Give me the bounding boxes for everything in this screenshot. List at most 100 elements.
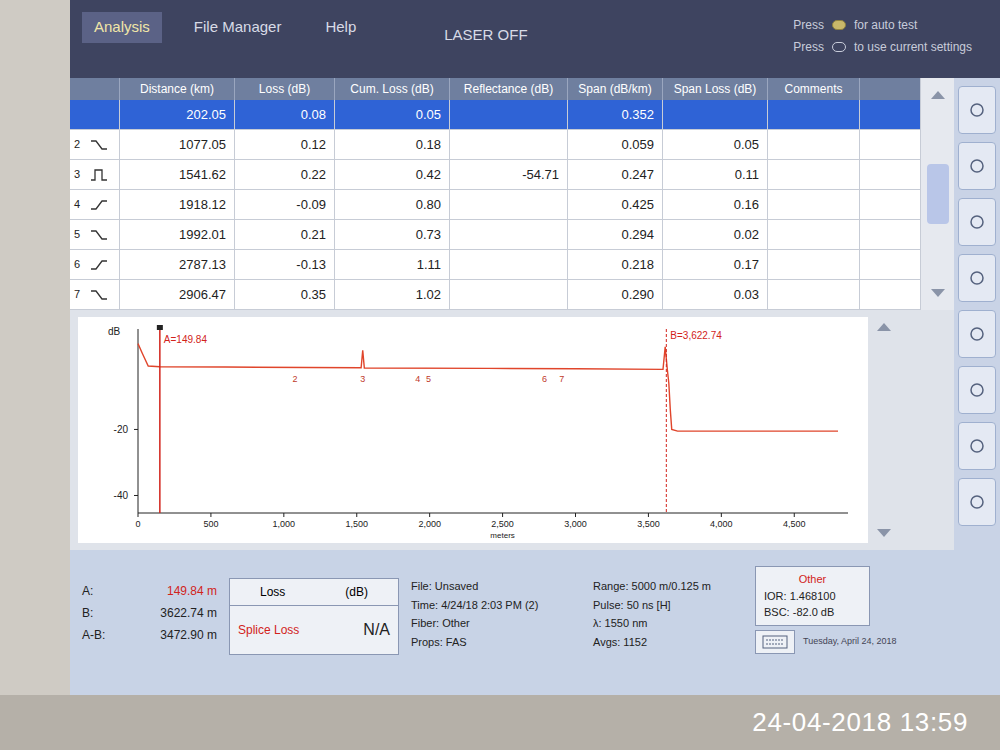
event-icon (90, 107, 106, 123)
event-table: Distance (km)Loss (dB)Cum. Loss (dB)Refl… (70, 78, 920, 310)
otdr-trace-chart[interactable]: dB-20-4005001,0001,5002,0002,5003,0003,5… (78, 317, 868, 543)
table-row[interactable]: 31541.620.220.42-54.710.2470.11 (70, 160, 920, 190)
cursor-b[interactable] (666, 329, 667, 513)
svg-text:1,500: 1,500 (345, 519, 368, 529)
table-cell (768, 250, 860, 279)
table-row[interactable]: 21077.050.120.180.0590.05 (70, 130, 920, 160)
cursor-a-label: A=149.84 (164, 334, 208, 345)
measurement: A:149.84 m (82, 582, 217, 600)
chart-scroll-down-icon[interactable] (876, 528, 892, 538)
svg-text:500: 500 (203, 519, 218, 529)
table-cell: 0.352 (568, 100, 663, 129)
key-icon (832, 42, 846, 52)
table-cell: 0.218 (568, 250, 663, 279)
table-cell: 0.425 (568, 190, 663, 219)
key-icon (832, 20, 846, 30)
toolbar-button[interactable] (958, 366, 996, 414)
column-header[interactable]: Cum. Loss (dB) (335, 78, 450, 100)
table-cell: 0.05 (663, 130, 768, 159)
table-row[interactable]: 72906.470.351.020.2900.03 (70, 280, 920, 310)
column-header[interactable]: Distance (km) (120, 78, 235, 100)
svg-text:2,500: 2,500 (491, 519, 514, 529)
svg-text:3,000: 3,000 (564, 519, 587, 529)
tool-icon (968, 325, 986, 343)
y-tick: -20 (114, 424, 138, 435)
tool-icon (968, 157, 986, 175)
column-header[interactable]: Comments (768, 78, 860, 100)
event-marker[interactable]: 7 (559, 374, 564, 384)
column-header[interactable]: Reflectance (dB) (450, 78, 568, 100)
table-row[interactable]: 41918.12-0.090.800.4250.16 (70, 190, 920, 220)
cursor-a[interactable] (159, 329, 161, 513)
toolbar-button[interactable] (958, 310, 996, 358)
table-cell (768, 130, 860, 159)
scroll-down-icon[interactable] (930, 288, 946, 298)
x-tick: 0 (135, 513, 140, 529)
keyboard-button[interactable] (755, 630, 795, 654)
table-cell: 0.294 (568, 220, 663, 249)
toolbar-button[interactable] (958, 142, 996, 190)
table-cell: 0.42 (335, 160, 450, 189)
event-gain-icon (90, 197, 108, 213)
scroll-thumb[interactable] (927, 164, 949, 224)
scroll-up-icon[interactable] (930, 90, 946, 100)
table-cell: 0.18 (335, 130, 450, 159)
toolbar-button[interactable] (958, 254, 996, 302)
menu-tab[interactable]: File Manager (182, 12, 294, 43)
status-date: Tuesday, April 24, 2018 (803, 635, 897, 649)
setup-info: Range: 5000 m/0.125 mPulse: 50 ns [H]λ: … (593, 578, 743, 650)
header-bar: AnalysisFile ManagerHelpLASER OFFPressfo… (70, 0, 1000, 78)
chart-panel: dB-20-4005001,0001,5002,0002,5003,0003,5… (70, 310, 954, 550)
svg-text:4,000: 4,000 (710, 519, 733, 529)
table-cell: 2787.13 (120, 250, 235, 279)
chart-scroll-up-icon[interactable] (876, 322, 892, 332)
event-marker[interactable]: 6 (542, 374, 547, 384)
photo-timestamp: 24-04-2018 13:59 (752, 703, 968, 742)
table-cell: 0.05 (335, 100, 450, 129)
tool-icon (968, 437, 986, 455)
table-cell: 0.03 (663, 280, 768, 309)
menu-tab[interactable]: Analysis (82, 12, 162, 43)
table-header: Distance (km)Loss (dB)Cum. Loss (dB)Refl… (70, 78, 920, 100)
x-tick: 4,000 (710, 513, 733, 529)
event-marker[interactable]: 3 (360, 374, 365, 384)
measurement: B:3622.74 m (82, 604, 217, 622)
event-table-panel: Distance (km)Loss (dB)Cum. Loss (dB)Refl… (70, 78, 954, 310)
event-marker[interactable]: 5 (426, 374, 431, 384)
column-header[interactable]: Span (dB/km) (568, 78, 663, 100)
table-scrollbar[interactable] (920, 78, 954, 310)
table-cell: 0.17 (663, 250, 768, 279)
toolbar-button[interactable] (958, 422, 996, 470)
x-tick: 4,500 (783, 513, 806, 529)
table-row[interactable]: 51992.010.210.730.2940.02 (70, 220, 920, 250)
table-cell: 0.22 (235, 160, 335, 189)
table-row[interactable]: 202.050.080.050.352 (70, 100, 920, 130)
x-tick: 1,000 (273, 513, 296, 529)
toolbar-button[interactable] (958, 478, 996, 526)
table-cell: 0.21 (235, 220, 335, 249)
event-marker[interactable]: 2 (293, 374, 298, 384)
trace-line (138, 344, 838, 432)
table-cell: 0.73 (335, 220, 450, 249)
toolbar-button[interactable] (958, 86, 996, 134)
table-cell (450, 250, 568, 279)
table-row[interactable]: 62787.13-0.131.110.2180.17 (70, 250, 920, 280)
event-marker[interactable]: 4 (415, 374, 420, 384)
table-cell: -0.13 (235, 250, 335, 279)
table-cell: 0.08 (235, 100, 335, 129)
tool-icon (968, 269, 986, 287)
svg-text:0: 0 (135, 519, 140, 529)
table-cell: 0.059 (568, 130, 663, 159)
table-cell: 0.02 (663, 220, 768, 249)
column-header[interactable]: Loss (dB) (235, 78, 335, 100)
chart-scrollbar[interactable] (876, 318, 892, 542)
toolbar-button[interactable] (958, 198, 996, 246)
table-cell (450, 220, 568, 249)
menu-tab[interactable]: Help (313, 12, 368, 43)
fiber-info[interactable]: OtherIOR: 1.468100BSC: -82.0 dB (755, 566, 870, 626)
column-header[interactable]: Span Loss (dB) (663, 78, 768, 100)
table-cell: -0.09 (235, 190, 335, 219)
table-cell (450, 130, 568, 159)
event-drop-icon (90, 287, 108, 303)
table-cell: 0.11 (663, 160, 768, 189)
